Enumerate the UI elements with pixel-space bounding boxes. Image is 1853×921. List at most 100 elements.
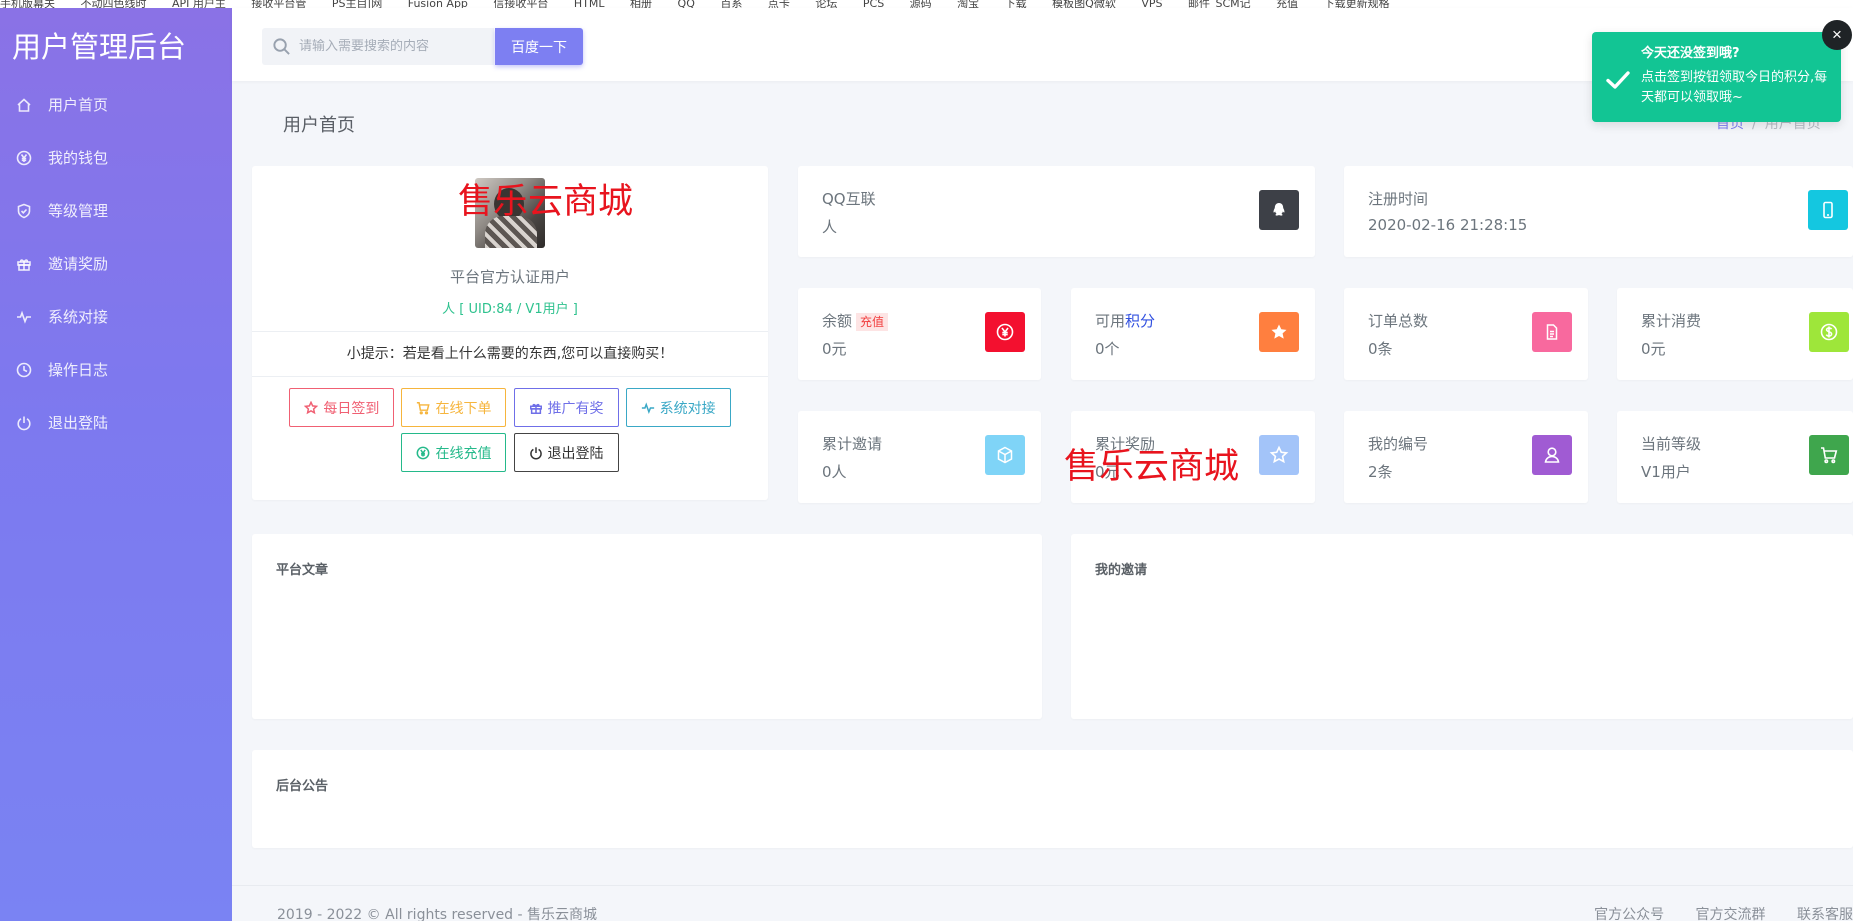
search-button[interactable]: 百度一下 bbox=[495, 28, 583, 65]
online-recharge-button[interactable]: 在线充值 bbox=[401, 433, 507, 472]
footer: 2019 - 2022 © All rights reserved - 售乐云商… bbox=[232, 885, 1853, 921]
qq-icon bbox=[1259, 190, 1299, 230]
stat-label-wrap: 可用积分 bbox=[1095, 310, 1155, 331]
daily-checkin-button[interactable]: 每日签到 bbox=[289, 388, 395, 427]
button-label: 在线下单 bbox=[435, 400, 492, 417]
pulse-icon bbox=[641, 401, 654, 414]
pulse-icon bbox=[16, 309, 32, 325]
bookmark-item[interactable]: 模板图Q微软 bbox=[1052, 0, 1116, 8]
sidebar-item-log[interactable]: 操作日志 bbox=[0, 343, 232, 396]
cart-icon bbox=[417, 401, 431, 414]
stat-label: 可用 bbox=[1095, 312, 1126, 330]
panel-my-invites: 我的邀请 bbox=[1071, 534, 1853, 719]
stat-label: 累计邀请 bbox=[822, 435, 883, 453]
bookmarks-bar: 手机版幕关 不动四色线时 API 用户主 接收平台管 PS主目|网 Fusion… bbox=[0, 0, 1853, 8]
bookmark-item[interactable]: QQ bbox=[678, 0, 695, 8]
user-name: 平台官方认证用户 bbox=[449, 268, 570, 286]
bookmark-item[interactable]: API 用户主 bbox=[172, 0, 226, 8]
bookmark-item[interactable]: 不动四色线时 bbox=[81, 0, 147, 8]
system-integration-button[interactable]: 系统对接 bbox=[625, 388, 731, 427]
stat-card-points: 可用积分 0个 bbox=[1071, 288, 1315, 380]
stat-label: 注册时间 bbox=[1368, 190, 1429, 208]
bookmark-item[interactable]: 邮件_SCM记 bbox=[1188, 0, 1251, 8]
tip-text: 小提示：若是看上什么需要的东西,您可以直接购买！ bbox=[252, 331, 768, 377]
stat-card-invites: 累计邀请 0人 bbox=[798, 411, 1041, 503]
points-link[interactable]: 积分 bbox=[1125, 312, 1155, 330]
gift-icon bbox=[529, 403, 542, 414]
home-icon bbox=[16, 97, 32, 113]
button-label: 退出登陆 bbox=[547, 445, 604, 462]
bookmark-item[interactable]: 下载 bbox=[1005, 0, 1027, 8]
sidebar-item-label: 操作日志 bbox=[48, 361, 109, 379]
bookmark-item[interactable]: HTML bbox=[574, 0, 605, 8]
recharge-tag[interactable]: 充值 bbox=[856, 313, 889, 331]
panel-title: 我的邀请 bbox=[1095, 563, 1148, 578]
stat-label: 我的编号 bbox=[1368, 435, 1429, 453]
bookmark-item[interactable]: VPS bbox=[1141, 0, 1162, 8]
search-icon bbox=[273, 38, 290, 55]
panel-notice: 后台公告 bbox=[252, 750, 1853, 848]
cart-icon bbox=[1809, 435, 1849, 475]
panel-title: 后台公告 bbox=[276, 779, 329, 794]
search-box bbox=[262, 28, 494, 65]
toast-close-button[interactable]: × bbox=[1822, 20, 1852, 50]
button-label: 每日签到 bbox=[323, 400, 380, 417]
stat-card-register-time: 注册时间 2020-02-16 21:28:15 bbox=[1344, 166, 1853, 257]
panel-articles: 平台文章 bbox=[252, 534, 1042, 719]
toast-message: 点击签到按钮领取今日的积分,每天都可以领取哦~ bbox=[1641, 70, 1828, 105]
sidebar-item-label: 退出登陆 bbox=[48, 414, 109, 432]
sidebar-item-logout[interactable]: 退出登陆 bbox=[0, 396, 232, 449]
bookmark-item[interactable]: 源码 bbox=[910, 0, 932, 8]
stat-value: 0元 bbox=[822, 340, 847, 358]
power-icon bbox=[16, 415, 32, 431]
star-icon bbox=[304, 400, 319, 414]
footer-link-group[interactable]: 官方交流群 bbox=[1696, 907, 1766, 921]
sidebar-item-wallet[interactable]: 我的钱包 bbox=[0, 131, 232, 184]
bookmark-item[interactable]: 信接收平台 bbox=[493, 0, 548, 8]
referral-reward-button[interactable]: 推广有奖 bbox=[513, 388, 619, 427]
bookmark-item[interactable]: 充值 bbox=[1276, 0, 1298, 8]
bookmark-item[interactable]: 点卡 bbox=[768, 0, 790, 8]
bookmark-item[interactable]: 论坛 bbox=[815, 0, 837, 8]
bookmark-item[interactable]: 接收平台管 bbox=[251, 0, 306, 8]
stat-value: V1用户 bbox=[1641, 463, 1691, 481]
watermark-text: 售乐云商城 bbox=[458, 182, 634, 222]
stat-card-balance: 余额 充值 0元 bbox=[798, 288, 1041, 380]
stat-label: 当前等级 bbox=[1641, 435, 1702, 453]
stat-value: 0元 bbox=[1641, 340, 1666, 358]
footer-link-wechat[interactable]: 官方公众号 bbox=[1594, 907, 1664, 921]
sidebar-item-invite[interactable]: 邀请奖励 bbox=[0, 237, 232, 290]
checkin-toast[interactable]: 今天还没签到哦? 点击签到按钮领取今日的积分,每天都可以领取哦~ bbox=[1592, 32, 1841, 122]
mobile-icon bbox=[1808, 190, 1848, 230]
bookmark-item[interactable]: 手机版幕关 bbox=[0, 0, 55, 8]
gift-icon bbox=[16, 256, 32, 272]
stat-value: 2020-02-16 21:28:15 bbox=[1368, 216, 1528, 234]
sidebar-item-system[interactable]: 系统对接 bbox=[0, 290, 232, 343]
stat-card-my-number: 我的编号 2条 bbox=[1344, 411, 1588, 503]
stat-card-total-spent: 累计消费 0元 bbox=[1617, 288, 1853, 380]
yen-icon bbox=[985, 312, 1025, 352]
footer-link-support[interactable]: 联系客服 bbox=[1797, 907, 1853, 921]
dollar-icon bbox=[1809, 312, 1849, 352]
bookmark-item[interactable]: 百系 bbox=[720, 0, 742, 8]
bookmark-item[interactable]: 相册 bbox=[630, 0, 652, 8]
online-order-button[interactable]: 在线下单 bbox=[401, 388, 507, 427]
search-input[interactable] bbox=[299, 39, 489, 54]
bookmark-item[interactable]: 下载更新规格 bbox=[1324, 0, 1390, 8]
cube-icon bbox=[985, 435, 1025, 475]
star-icon bbox=[1259, 312, 1299, 352]
bookmark-item[interactable]: Fusion App bbox=[408, 0, 468, 8]
bookmark-item[interactable]: 淘宝 bbox=[957, 0, 979, 8]
shield-icon bbox=[16, 203, 32, 219]
page-title: 用户首页 bbox=[283, 115, 355, 136]
bookmark-item[interactable]: PCS bbox=[863, 0, 884, 8]
stat-value: 0条 bbox=[1368, 340, 1393, 358]
brand-title[interactable]: 用户管理后台 bbox=[0, 8, 232, 78]
logout-button[interactable]: 退出登陆 bbox=[513, 433, 619, 472]
panel-title: 平台文章 bbox=[276, 563, 329, 578]
bookmark-item[interactable]: PS主目|网 bbox=[332, 0, 382, 8]
sidebar-item-level[interactable]: 等级管理 bbox=[0, 184, 232, 237]
power-icon bbox=[529, 446, 542, 459]
button-label: 系统对接 bbox=[659, 400, 716, 417]
sidebar-item-home[interactable]: 用户首页 bbox=[0, 78, 232, 131]
